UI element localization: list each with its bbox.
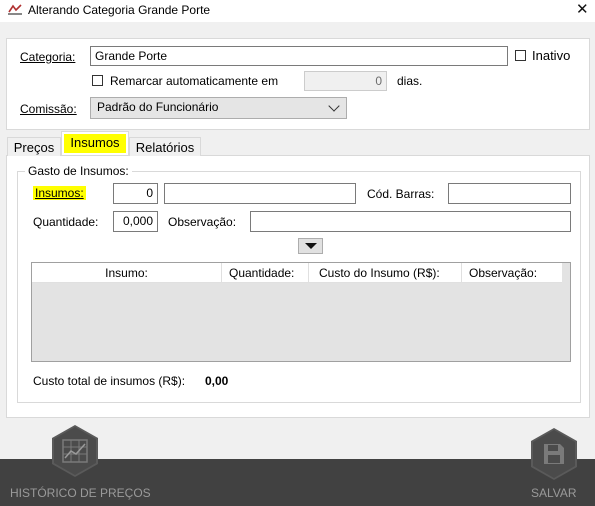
categoria-input[interactable]: Grande Porte	[90, 46, 508, 66]
add-insumo-button[interactable]	[298, 238, 323, 254]
quantidade-input[interactable]: 0,000	[113, 211, 158, 232]
insumos-grid[interactable]: Insumo: Quantidade: Custo do Insumo (R$)…	[31, 262, 571, 362]
inativo-label: Inativo	[532, 48, 571, 63]
quantidade-label: Quantidade:	[33, 215, 99, 229]
observacao-label: Observação:	[168, 215, 237, 229]
tab-insumos[interactable]: Insumos	[61, 131, 129, 155]
insumo-code-input[interactable]: 0	[113, 183, 158, 204]
salvar-label[interactable]: SALVAR	[531, 486, 577, 500]
historico-label[interactable]: HISTÓRICO DE PREÇOS	[10, 486, 151, 500]
col-insumo[interactable]: Insumo:	[32, 263, 222, 283]
tab-precos-label: Preços	[13, 140, 55, 155]
cod-barras-input[interactable]	[448, 183, 571, 204]
group-title: Gasto de Insumos:	[25, 164, 132, 178]
col-custo[interactable]: Custo do Insumo (R$):	[309, 263, 462, 283]
window-title: Alterando Categoria Grande Porte	[28, 3, 211, 17]
observacao-input[interactable]	[250, 211, 571, 232]
grid-header: Insumo: Quantidade: Custo do Insumo (R$)…	[32, 263, 562, 283]
app-logo-icon	[8, 4, 22, 15]
chart-grid-icon	[62, 439, 88, 463]
insumos-label: Insumos:	[33, 186, 86, 200]
col-quantidade[interactable]: Quantidade:	[222, 263, 309, 283]
comissao-select[interactable]: Padrão do Funcionário	[90, 97, 347, 119]
salvar-button[interactable]	[531, 428, 577, 480]
tab-relatorios[interactable]: Relatórios	[129, 137, 201, 156]
tab-relatorios-label: Relatórios	[135, 140, 195, 155]
total-value: 0,00	[205, 374, 229, 388]
chevron-down-icon	[328, 100, 340, 112]
total-label: Custo total de insumos (R$):	[33, 374, 186, 388]
title-bar: Alterando Categoria Grande Porte ✕	[0, 0, 595, 22]
comissao-select-value: Padrão do Funcionário	[97, 100, 219, 114]
comissao-label: Comissão:	[20, 102, 77, 116]
categoria-label: Categoria:	[20, 50, 76, 64]
col-observacao[interactable]: Observação:	[462, 263, 562, 283]
cod-barras-label: Cód. Barras:	[367, 187, 435, 201]
floppy-disk-icon	[544, 444, 564, 464]
tab-precos[interactable]: Preços	[7, 137, 61, 156]
insumo-name-input[interactable]	[164, 183, 356, 204]
close-icon[interactable]: ✕	[576, 0, 589, 18]
inativo-checkbox[interactable]	[515, 50, 526, 61]
historico-precos-button[interactable]	[52, 425, 98, 477]
tab-insumos-label: Insumos	[64, 134, 126, 153]
remarcar-checkbox[interactable]	[92, 75, 103, 86]
caret-down-icon	[305, 243, 317, 249]
dias-input[interactable]: 0	[304, 71, 387, 91]
dias-label: dias.	[397, 74, 423, 88]
remarcar-label: Remarcar automaticamente em	[110, 74, 279, 88]
